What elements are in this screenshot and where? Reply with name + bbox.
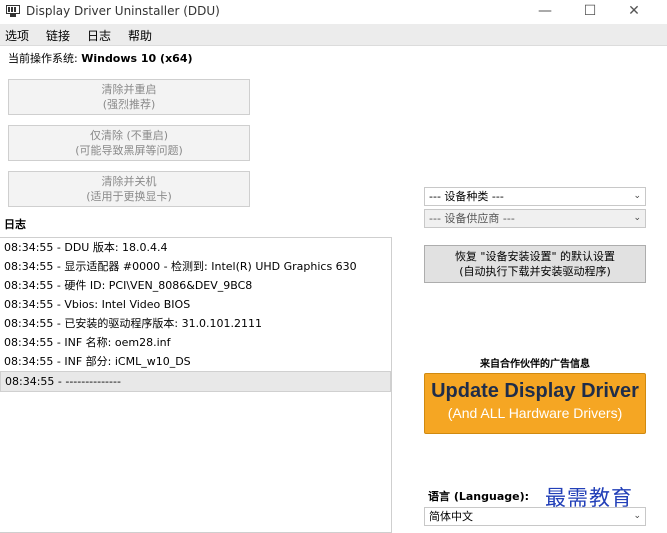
title-bar: Display Driver Uninstaller (DDU) — ☐ ✕ bbox=[0, 0, 667, 24]
clean-only-button[interactable]: 仅清除 (不重启) (可能导致黑屏等问题) bbox=[8, 125, 250, 161]
log-line: 08:34:55 - INF 部分: iCML_w10_DS bbox=[4, 355, 191, 368]
log-line-selected[interactable]: 08:34:55 - -------------- bbox=[0, 371, 391, 392]
os-label: 当前操作系统: bbox=[8, 52, 82, 65]
close-button[interactable]: ✕ bbox=[611, 0, 657, 24]
clean-restart-label: 清除并重启 bbox=[101, 83, 157, 96]
watermark: 最需教育 bbox=[545, 486, 633, 510]
device-type-value: --- 设备种类 --- bbox=[429, 190, 504, 203]
log-line: 08:34:55 - INF 名称: oem28.inf bbox=[4, 336, 171, 349]
chevron-down-icon: ⌄ bbox=[633, 191, 641, 201]
device-type-select[interactable]: --- 设备种类 --- ⌄ bbox=[424, 187, 646, 206]
clean-shutdown-label: 清除并关机 bbox=[101, 175, 157, 188]
menu-bar: 选项 链接 日志 帮助 bbox=[0, 24, 667, 46]
clean-shutdown-note: (适用于更换显卡) bbox=[86, 190, 172, 203]
app-icon bbox=[6, 5, 20, 17]
chevron-down-icon: ⌄ bbox=[633, 511, 641, 521]
ad-banner[interactable]: Update Display Driver (And ALL Hardware … bbox=[424, 373, 646, 434]
ad-subtitle: (And ALL Hardware Drivers) bbox=[447, 405, 623, 421]
restore-defaults-button[interactable]: 恢复 "设备安装设置" 的默认设置 (自动执行下载并安装驱动程序) bbox=[424, 245, 646, 283]
device-vendor-select[interactable]: --- 设备供应商 --- ⌄ bbox=[424, 209, 646, 228]
os-info: 当前操作系统: Windows 10 (x64) bbox=[8, 50, 193, 66]
language-value: 简体中文 bbox=[429, 510, 473, 523]
menu-log[interactable]: 日志 bbox=[87, 27, 111, 44]
restore-label: 恢复 "设备安装设置" 的默认设置 bbox=[454, 250, 616, 263]
log-list[interactable]: 08:34:55 - DDU 版本: 18.0.4.4 08:34:55 - 显… bbox=[0, 237, 392, 533]
menu-options[interactable]: 选项 bbox=[5, 27, 29, 44]
log-line: 08:34:55 - DDU 版本: 18.0.4.4 bbox=[4, 241, 168, 254]
language-label: 语言 (Language): bbox=[428, 490, 530, 503]
log-line: 08:34:55 - 硬件 ID: PCI\VEN_8086&DEV_9BC8 bbox=[4, 279, 253, 292]
log-line: 08:34:55 - 已安装的驱动程序版本: 31.0.101.2111 bbox=[4, 317, 263, 330]
chevron-down-icon: ⌄ bbox=[633, 213, 641, 223]
os-value: Windows 10 (x64) bbox=[81, 52, 193, 65]
menu-links[interactable]: 链接 bbox=[46, 27, 70, 44]
clean-shutdown-button[interactable]: 清除并关机 (适用于更换显卡) bbox=[8, 171, 250, 207]
log-line: 08:34:55 - 显示适配器 #0000 - 检测到: Intel(R) U… bbox=[4, 260, 357, 273]
log-line: 08:34:55 - Vbios: Intel Video BIOS bbox=[4, 298, 191, 311]
clean-only-note: (可能导致黑屏等问题) bbox=[75, 144, 183, 157]
restore-note: (自动执行下载并安装驱动程序) bbox=[459, 265, 611, 278]
device-vendor-value: --- 设备供应商 --- bbox=[429, 212, 515, 225]
clean-restart-note: (强烈推荐) bbox=[102, 98, 156, 111]
clean-only-label: 仅清除 (不重启) bbox=[89, 129, 169, 142]
log-label: 日志 bbox=[4, 218, 26, 231]
maximize-button[interactable]: ☐ bbox=[567, 0, 613, 24]
ad-label: 来自合作伙伴的广告信息 bbox=[480, 359, 590, 370]
minimize-button[interactable]: — bbox=[522, 0, 568, 24]
window-title: Display Driver Uninstaller (DDU) bbox=[26, 4, 220, 18]
ad-title: Update Display Driver bbox=[431, 380, 639, 402]
clean-restart-button[interactable]: 清除并重启 (强烈推荐) bbox=[8, 79, 250, 115]
menu-help[interactable]: 帮助 bbox=[128, 27, 152, 44]
